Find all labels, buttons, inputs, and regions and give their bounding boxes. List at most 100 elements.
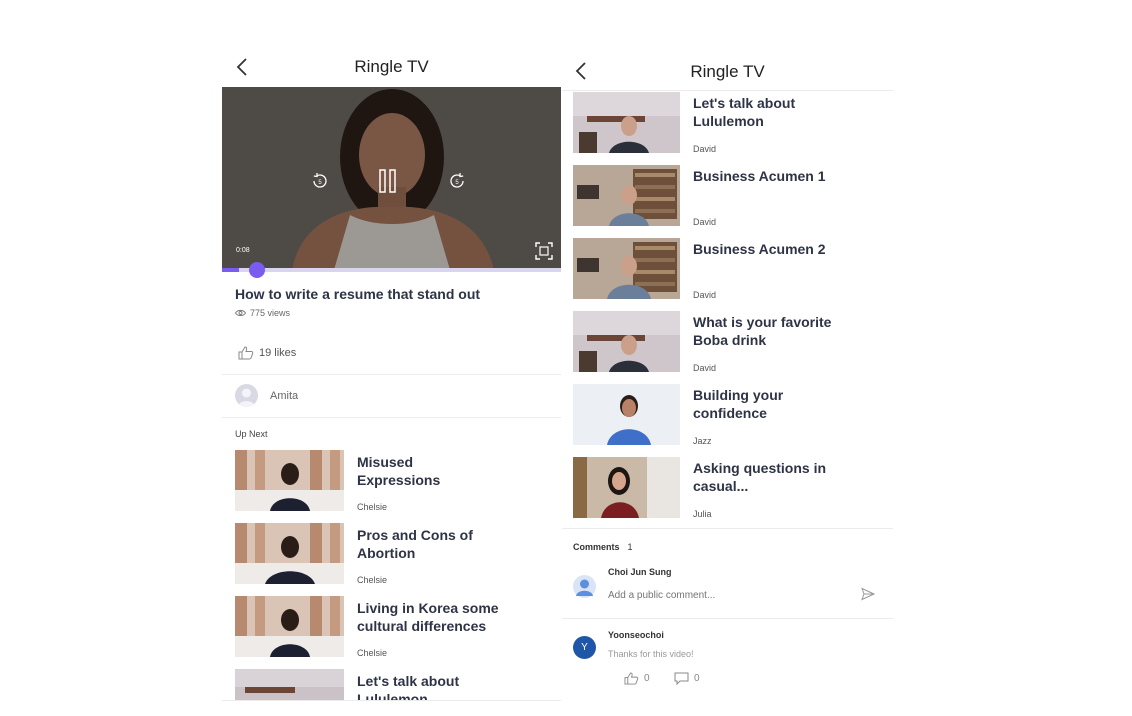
thumbs-up-icon bbox=[238, 346, 254, 360]
author-name: Amita bbox=[270, 389, 299, 402]
progress-handle[interactable] bbox=[248, 262, 265, 278]
video-timecode: 0:08 bbox=[236, 247, 250, 254]
video-thumbnail bbox=[573, 238, 680, 299]
title-line: Business Acumen 1 bbox=[693, 168, 826, 184]
video-thumbnail bbox=[235, 450, 344, 511]
avatar bbox=[235, 384, 258, 407]
video-list-item[interactable]: Business Acumen 2 David bbox=[573, 238, 883, 308]
divider bbox=[222, 700, 561, 701]
title-line: Expressions bbox=[357, 472, 441, 488]
video-author: Chelsie bbox=[357, 575, 388, 585]
video-list-item[interactable]: What is your favorite Boba drink David bbox=[573, 311, 883, 381]
title-line: casual... bbox=[693, 478, 749, 494]
rewind-5-icon[interactable]: 5 bbox=[310, 171, 330, 191]
title-line: Let's talk about bbox=[693, 95, 796, 111]
video-list-item[interactable]: Building your confidence Jazz bbox=[573, 384, 883, 454]
title-line: confidence bbox=[693, 405, 767, 421]
video-thumbnail bbox=[235, 596, 344, 657]
title-line: Let's talk about bbox=[357, 673, 460, 689]
video-title: How to write a resume that stand out bbox=[235, 286, 481, 302]
video-list-item[interactable]: Let's talk about Lululemon David bbox=[573, 92, 883, 162]
video-title: What is your favorite Boba drink bbox=[693, 313, 831, 349]
video-thumbnail bbox=[235, 669, 344, 700]
video-title: Let's talk about Lululemon bbox=[693, 94, 795, 130]
video-author: David bbox=[693, 144, 717, 154]
up-next-label: Up Next bbox=[235, 429, 268, 439]
video-title: Living in Korea some cultural difference… bbox=[357, 599, 499, 635]
video-player[interactable]: 5 5 bbox=[222, 87, 561, 270]
thumbs-up-icon bbox=[624, 672, 639, 685]
video-thumbnail bbox=[573, 92, 680, 153]
video-thumbnail bbox=[573, 311, 680, 372]
progress-fill bbox=[222, 268, 239, 272]
comments-header: Comments 1 bbox=[573, 542, 633, 552]
divider bbox=[562, 90, 893, 91]
divider bbox=[222, 417, 561, 418]
video-title: Let's talk about Lululemon bbox=[357, 672, 459, 700]
commenter-avatar: Y bbox=[573, 636, 596, 659]
video-list-item[interactable]: Business Acumen 1 David bbox=[573, 165, 883, 235]
commenter-name: Yoonseochoi bbox=[608, 630, 664, 640]
title-line: What is your favorite bbox=[693, 314, 832, 330]
title-line: Building your bbox=[693, 387, 784, 403]
video-title: Business Acumen 1 bbox=[693, 167, 826, 185]
video-author: Jazz bbox=[693, 436, 712, 446]
comment-reply-count: 0 bbox=[694, 673, 700, 684]
like-button[interactable]: 19 likes bbox=[238, 346, 296, 360]
video-thumbnail bbox=[573, 457, 680, 518]
comments-count: 1 bbox=[627, 542, 633, 552]
title-line: cultural differences bbox=[357, 618, 487, 634]
video-author[interactable]: Amita bbox=[235, 384, 298, 407]
video-author: Chelsie bbox=[357, 648, 388, 658]
video-author: Chelsie bbox=[357, 502, 388, 512]
title-line: Misused bbox=[357, 454, 414, 470]
pause-icon[interactable] bbox=[377, 168, 399, 194]
divider bbox=[222, 374, 561, 375]
current-user-avatar bbox=[573, 575, 596, 598]
progress-bar[interactable] bbox=[222, 268, 561, 272]
video-list-item[interactable]: Asking questions in casual... Julia bbox=[573, 457, 883, 527]
comment-text: Thanks for this video! bbox=[608, 649, 694, 659]
eye-icon bbox=[235, 309, 246, 317]
comment-like-button[interactable]: 0 bbox=[624, 672, 650, 685]
video-author: David bbox=[693, 363, 717, 373]
svg-text:5: 5 bbox=[318, 180, 322, 186]
comment-like-count: 0 bbox=[644, 673, 650, 684]
views-text: 775 views bbox=[250, 308, 291, 318]
fullscreen-icon[interactable] bbox=[535, 242, 553, 260]
video-title: Pros and Cons of Abortion bbox=[357, 526, 473, 562]
user-icon bbox=[238, 388, 255, 407]
page-title: Ringle TV bbox=[354, 57, 429, 76]
title-line: Asking questions in bbox=[693, 460, 827, 476]
video-author: Julia bbox=[693, 509, 712, 519]
svg-text:5: 5 bbox=[455, 180, 459, 186]
user-icon bbox=[576, 579, 593, 596]
title-line: Boba drink bbox=[693, 332, 767, 348]
left-screen: Ringle TV 5 5 0:08 How to write a resume… bbox=[222, 0, 561, 716]
up-next-item[interactable]: Misused Expressions Chelsie bbox=[235, 450, 555, 520]
title-line: Living in Korea some bbox=[357, 600, 499, 616]
up-next-item[interactable]: Let's talk about Lululemon bbox=[235, 669, 555, 700]
video-author: David bbox=[693, 290, 717, 300]
video-title: Building your confidence bbox=[693, 386, 783, 422]
likes-count: 19 likes bbox=[259, 347, 297, 359]
title-line: Lululemon bbox=[357, 691, 428, 700]
right-screen: Ringle TV Let's talk about Lululemon Dav… bbox=[562, 0, 893, 716]
video-title: Business Acumen 2 bbox=[693, 240, 826, 258]
video-title: Asking questions in casual... bbox=[693, 459, 826, 495]
title-line: Abortion bbox=[357, 545, 416, 561]
title-line: Lululemon bbox=[693, 113, 764, 129]
up-next-item[interactable]: Pros and Cons of Abortion Chelsie bbox=[235, 523, 555, 593]
up-next-item[interactable]: Living in Korea some cultural difference… bbox=[235, 596, 555, 666]
send-icon[interactable] bbox=[861, 587, 875, 601]
divider bbox=[562, 528, 893, 529]
video-thumbnail bbox=[573, 384, 680, 445]
current-user-name: Choi Jun Sung bbox=[608, 567, 672, 577]
view-count: 775 views bbox=[235, 308, 290, 318]
comments-label: Comments bbox=[573, 542, 620, 552]
forward-5-icon[interactable]: 5 bbox=[447, 171, 467, 191]
comment-input[interactable] bbox=[608, 590, 808, 601]
title-line: Pros and Cons of bbox=[357, 527, 473, 543]
comment-reply-button[interactable]: 0 bbox=[674, 672, 700, 685]
header: Ringle TV bbox=[562, 52, 893, 92]
